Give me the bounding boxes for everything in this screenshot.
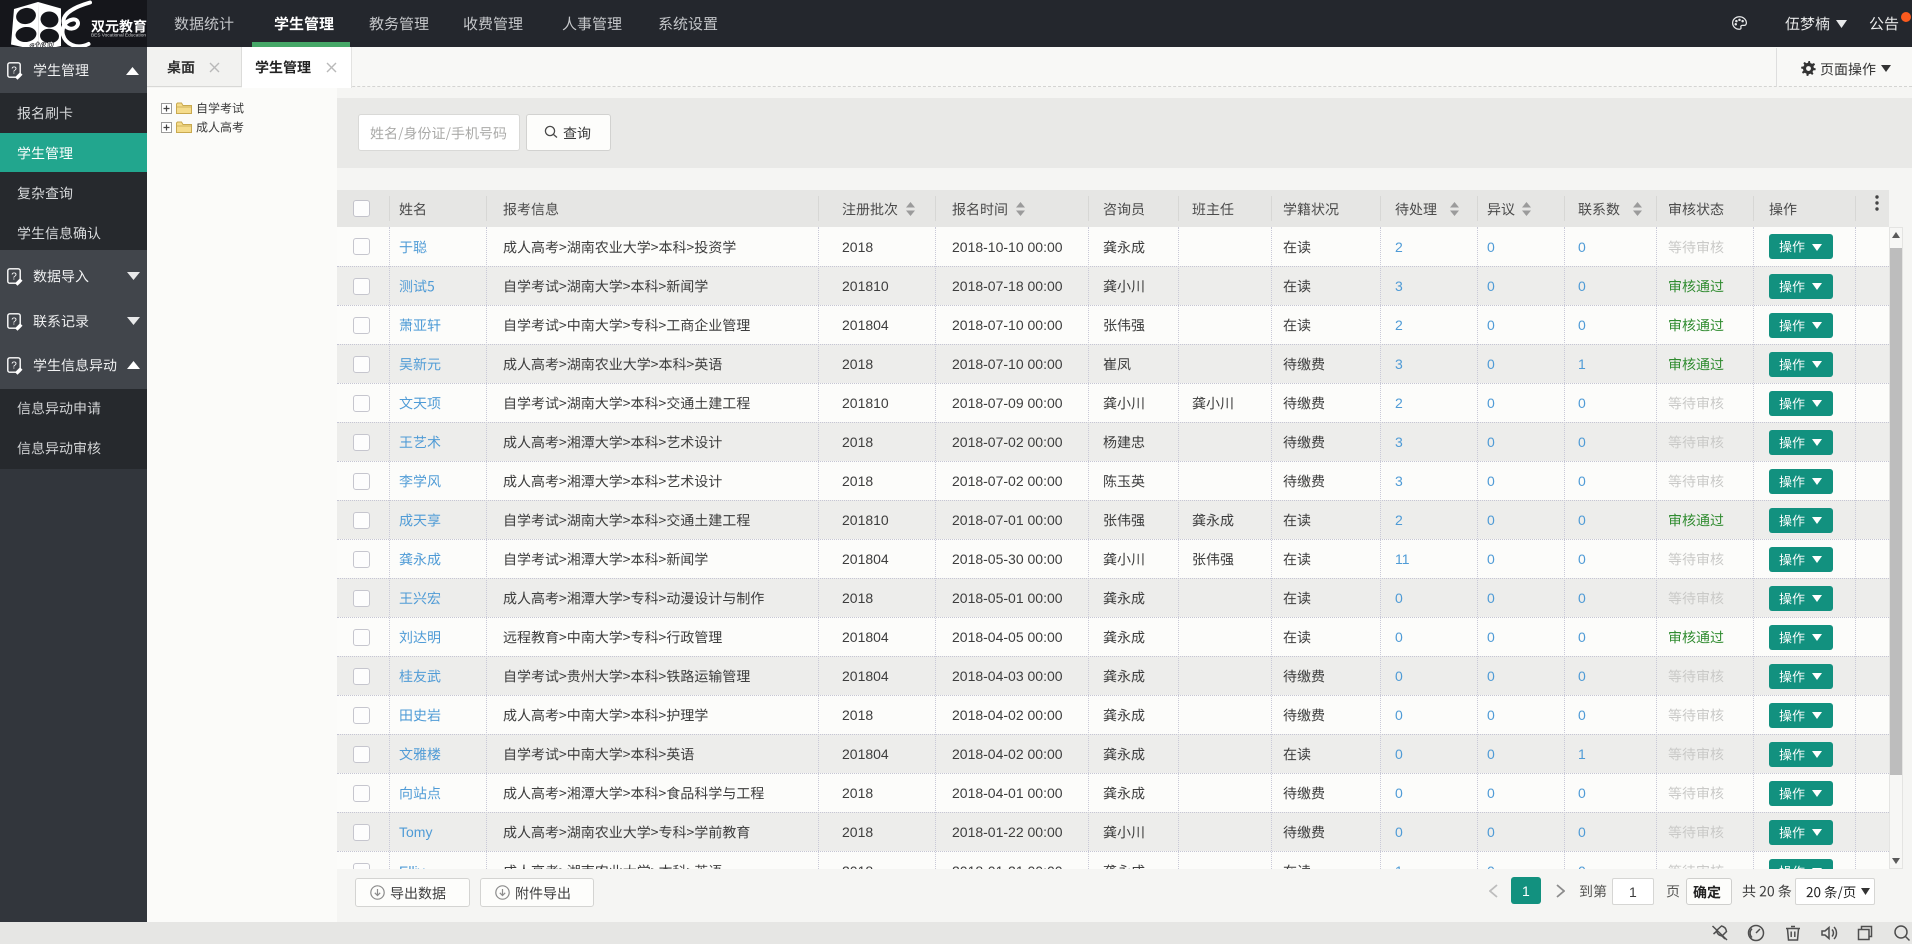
svg-text:BES Vocational Education: BES Vocational Education — [91, 33, 146, 39]
svg-text:?: ? — [11, 317, 17, 328]
svg-text:?: ? — [11, 272, 17, 283]
svg-text:?: ? — [11, 66, 17, 77]
svg-text:?: ? — [11, 361, 17, 372]
